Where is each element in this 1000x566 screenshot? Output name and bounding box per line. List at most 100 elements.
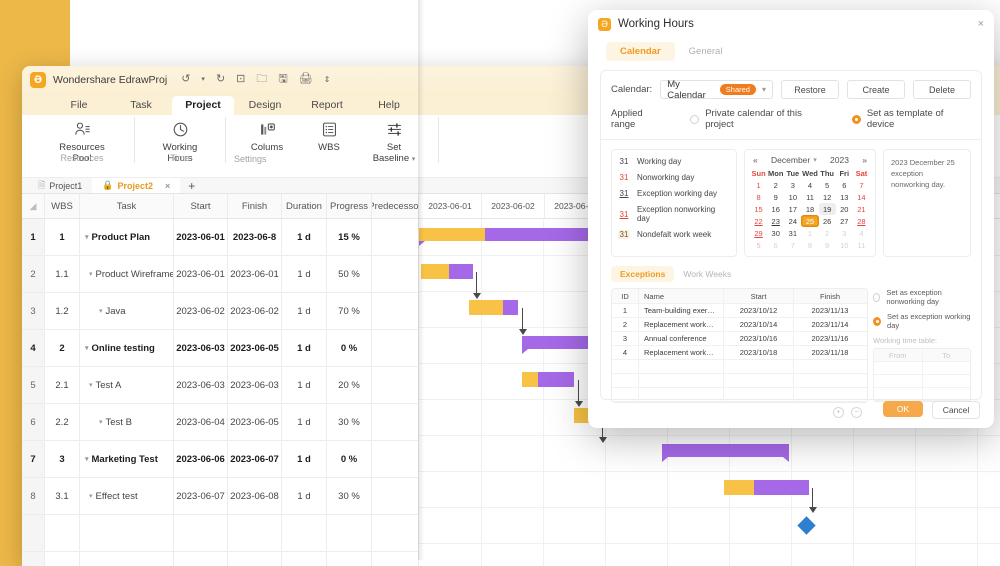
add-project-tab-button[interactable]: + <box>180 179 203 193</box>
more-icon[interactable]: ⇕ <box>324 76 331 84</box>
calendar-day[interactable]: 24 <box>784 215 801 227</box>
gantt-progress-bar[interactable] <box>522 372 538 387</box>
calendar-day[interactable]: 9 <box>819 239 836 251</box>
calendar-day[interactable]: 7 <box>853 179 870 191</box>
exception-row[interactable]: 3Annual conference2023/10/162023/11/16 <box>612 332 867 346</box>
calendar-day[interactable]: 3 <box>784 179 801 191</box>
tab-exceptions[interactable]: Exceptions <box>611 266 674 282</box>
calendar-select[interactable]: My Calendar Shared ▾ <box>660 80 773 99</box>
option-nonworking[interactable]: Set as exception nonworking day <box>873 288 971 306</box>
gantt-summary-bar[interactable] <box>662 444 789 457</box>
exception-col-header[interactable]: Finish <box>794 289 866 303</box>
gantt-task-bar[interactable] <box>754 480 809 495</box>
create-button[interactable]: Create <box>847 80 905 99</box>
ok-button[interactable]: OK <box>883 401 923 417</box>
gantt-task-bar[interactable] <box>449 264 473 279</box>
calendar-day[interactable]: 19 <box>819 203 836 215</box>
applied-option-template[interactable]: Set as template of device <box>852 108 971 130</box>
tab-calendar[interactable]: Calendar <box>606 42 675 61</box>
calendar-day[interactable]: 14 <box>853 191 870 203</box>
working-time-row[interactable] <box>874 375 970 388</box>
sort-corner[interactable]: ◢ <box>22 194 45 218</box>
working-time-row[interactable] <box>874 362 970 375</box>
project-tab-project2[interactable]: 🔒 Project2 × <box>92 178 180 193</box>
print-icon[interactable]: 🖨 <box>299 74 313 85</box>
project-tab-project1[interactable]: 🗎 Project1 <box>28 178 92 193</box>
calendar-day[interactable]: 6 <box>836 179 853 191</box>
open-icon[interactable]: 🗀 <box>256 74 267 85</box>
calendar-day[interactable]: 5 <box>750 239 767 251</box>
calendar-day[interactable]: 10 <box>836 239 853 251</box>
calendar-day[interactable]: 15 <box>750 203 767 215</box>
gantt-task-bar[interactable] <box>503 300 518 315</box>
restore-button[interactable]: Restore <box>781 80 839 99</box>
calendar-day[interactable]: 2 <box>819 227 836 239</box>
calendar-day[interactable]: 18 <box>801 203 818 215</box>
table-row[interactable]: 21.1▾Product Wireframe2023-06-012023-06-… <box>22 256 419 293</box>
exception-row[interactable]: 1Team-building exer…2023/10/122023/11/13 <box>612 304 867 318</box>
gantt-progress-bar[interactable] <box>421 264 449 279</box>
year-label[interactable]: 2023 <box>830 155 849 165</box>
col-header-finish[interactable]: Finish <box>228 194 282 218</box>
calendar-day[interactable]: 4 <box>853 227 870 239</box>
remove-exception-button[interactable]: − <box>851 407 862 418</box>
calendar-day[interactable]: 6 <box>767 239 784 251</box>
delete-button[interactable]: Delete <box>913 80 971 99</box>
calendar-day[interactable]: 2 <box>767 179 784 191</box>
menu-item-file[interactable]: File <box>48 96 110 115</box>
exception-row[interactable]: 4Replacement work…2023/10/182023/11/18 <box>612 346 867 360</box>
save-icon[interactable]: 🖫 <box>278 74 287 85</box>
new-icon[interactable]: ⊡ <box>236 74 245 85</box>
add-exception-button[interactable]: + <box>833 407 844 418</box>
gantt-progress-bar[interactable] <box>469 300 503 315</box>
calendar-day[interactable]: 8 <box>750 191 767 203</box>
collapse-icon[interactable]: ▾ <box>89 270 93 278</box>
month-selector[interactable]: December ▾ <box>771 155 817 165</box>
calendar-day-grid[interactable]: 1234567891011121314151617181920212223242… <box>750 179 870 251</box>
calendar-day[interactable]: 30 <box>767 227 784 239</box>
gantt-task-bar[interactable] <box>538 372 574 387</box>
calendar-day[interactable]: 10 <box>784 191 801 203</box>
tab-work-weeks[interactable]: Work Weeks <box>674 266 740 282</box>
calendar-day[interactable]: 13 <box>836 191 853 203</box>
calendar-day[interactable]: 21 <box>853 203 870 215</box>
calendar-day[interactable]: 5 <box>819 179 836 191</box>
cancel-button[interactable]: Cancel <box>932 401 980 419</box>
exception-col-header[interactable]: Start <box>724 289 794 303</box>
exception-col-header[interactable]: ID <box>612 289 639 303</box>
table-row[interactable]: 11▾Product Plan2023-06-012023-06-81 d15 … <box>22 219 419 256</box>
menu-item-report[interactable]: Report <box>296 96 358 115</box>
collapse-icon[interactable]: ▾ <box>85 455 89 463</box>
col-header-duration[interactable]: Duration <box>282 194 327 218</box>
calendar-day[interactable]: 31 <box>784 227 801 239</box>
calendar-day[interactable]: 22 <box>750 215 767 227</box>
col-header-start[interactable]: Start <box>174 194 228 218</box>
col-header-wbs[interactable]: WBS <box>45 194 80 218</box>
collapse-icon[interactable]: ▾ <box>99 418 103 426</box>
calendar-day[interactable]: 23 <box>767 215 784 227</box>
applied-option-private[interactable]: Private calendar of this project <box>690 108 830 130</box>
calendar-day[interactable]: 1 <box>750 179 767 191</box>
exception-row[interactable]: 2Replacement work…2023/10/142023/11/14 <box>612 318 867 332</box>
calendar-day[interactable]: 16 <box>767 203 784 215</box>
col-header-predecessor[interactable]: Predecessor <box>372 194 419 218</box>
calendar-day[interactable]: 4 <box>801 179 818 191</box>
calendar-day[interactable]: 27 <box>836 215 853 227</box>
collapse-icon[interactable]: ▾ <box>89 381 93 389</box>
working-time-row[interactable] <box>874 388 970 401</box>
menu-item-task[interactable]: Task <box>110 96 172 115</box>
calendar-day[interactable]: 12 <box>819 191 836 203</box>
gantt-progress-bar[interactable] <box>724 480 754 495</box>
table-row[interactable]: 83.1▾Effect test2023-06-072023-06-081 d3… <box>22 478 419 515</box>
gantt-progress-bar[interactable] <box>419 228 485 241</box>
next-month-icon[interactable]: » <box>862 155 867 165</box>
calendar-day[interactable]: 3 <box>836 227 853 239</box>
redo-icon[interactable]: ↻ <box>216 74 225 85</box>
calendar-day[interactable]: 11 <box>853 239 870 251</box>
calendar-day[interactable]: 26 <box>819 215 836 227</box>
col-header-task[interactable]: Task <box>80 194 174 218</box>
prev-month-icon[interactable]: « <box>753 155 758 165</box>
calendar-day[interactable]: 11 <box>801 191 818 203</box>
exception-col-header[interactable]: Name <box>639 289 724 303</box>
table-row[interactable]: 31.2▾Java2023-06-022023-06-021 d70 % <box>22 293 419 330</box>
